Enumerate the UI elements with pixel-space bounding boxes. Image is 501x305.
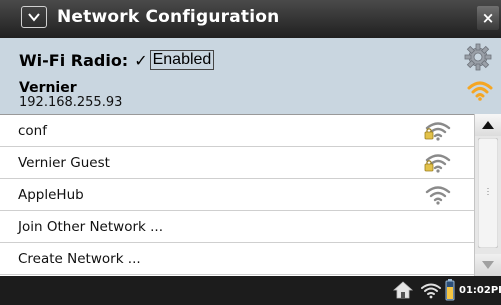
scroll-up-button[interactable]: [475, 114, 501, 136]
create-network-item[interactable]: Create Network ...: [0, 243, 474, 275]
wifi-signal-icon: [467, 81, 493, 101]
list-item-network[interactable]: conf: [0, 115, 474, 147]
network-list: conf Vernier Guest AppleHub Join Other N…: [0, 114, 474, 277]
wifi-lock-icon: [424, 154, 451, 173]
join-other-network-item[interactable]: Join Other Network ...: [0, 211, 474, 243]
wifi-enabled-checkbox[interactable]: ✓ Enabled: [134, 50, 215, 70]
list-item-network[interactable]: Vernier Guest: [0, 147, 474, 179]
chevron-down-icon: [28, 13, 40, 22]
network-name: Vernier Guest: [18, 154, 110, 171]
network-status-panel: Wi-Fi Radio: ✓ Enabled Vernier 192.168.2…: [0, 38, 501, 114]
scroll-down-button[interactable]: [475, 254, 501, 276]
connected-ip-address: 192.168.255.93: [19, 95, 123, 110]
window-title: Network Configuration: [57, 7, 280, 27]
arrow-down-icon: [482, 261, 494, 269]
title-bar: Network Configuration ×: [0, 0, 501, 38]
status-bar: 01:02PI: [0, 276, 501, 305]
clock-time: 01:02PI: [459, 285, 501, 296]
checkmark-icon: ✓: [134, 50, 148, 70]
join-other-network-label: Join Other Network ...: [18, 218, 163, 235]
create-network-label: Create Network ...: [18, 250, 141, 267]
wifi-lock-icon: [424, 122, 451, 141]
close-button[interactable]: ×: [477, 6, 499, 30]
window-menu-button[interactable]: [21, 6, 47, 28]
arrow-up-icon: [482, 121, 494, 129]
wifi-icon: [425, 186, 451, 205]
network-name: conf: [18, 122, 47, 139]
list-item-network[interactable]: AppleHub: [0, 179, 474, 211]
scrollbar-thumb[interactable]: [478, 138, 498, 248]
home-icon[interactable]: [392, 280, 414, 300]
gear-icon[interactable]: [464, 43, 492, 71]
list-scrollbar[interactable]: [474, 114, 501, 276]
battery-icon: [445, 279, 455, 301]
connected-network-name: Vernier: [19, 80, 77, 96]
wifi-status-icon: [421, 283, 441, 299]
wifi-radio-row: Wi-Fi Radio: ✓ Enabled: [19, 50, 215, 70]
wifi-radio-label: Wi-Fi Radio:: [19, 50, 129, 70]
network-name: AppleHub: [18, 186, 84, 203]
wifi-enabled-label: Enabled: [149, 50, 215, 70]
